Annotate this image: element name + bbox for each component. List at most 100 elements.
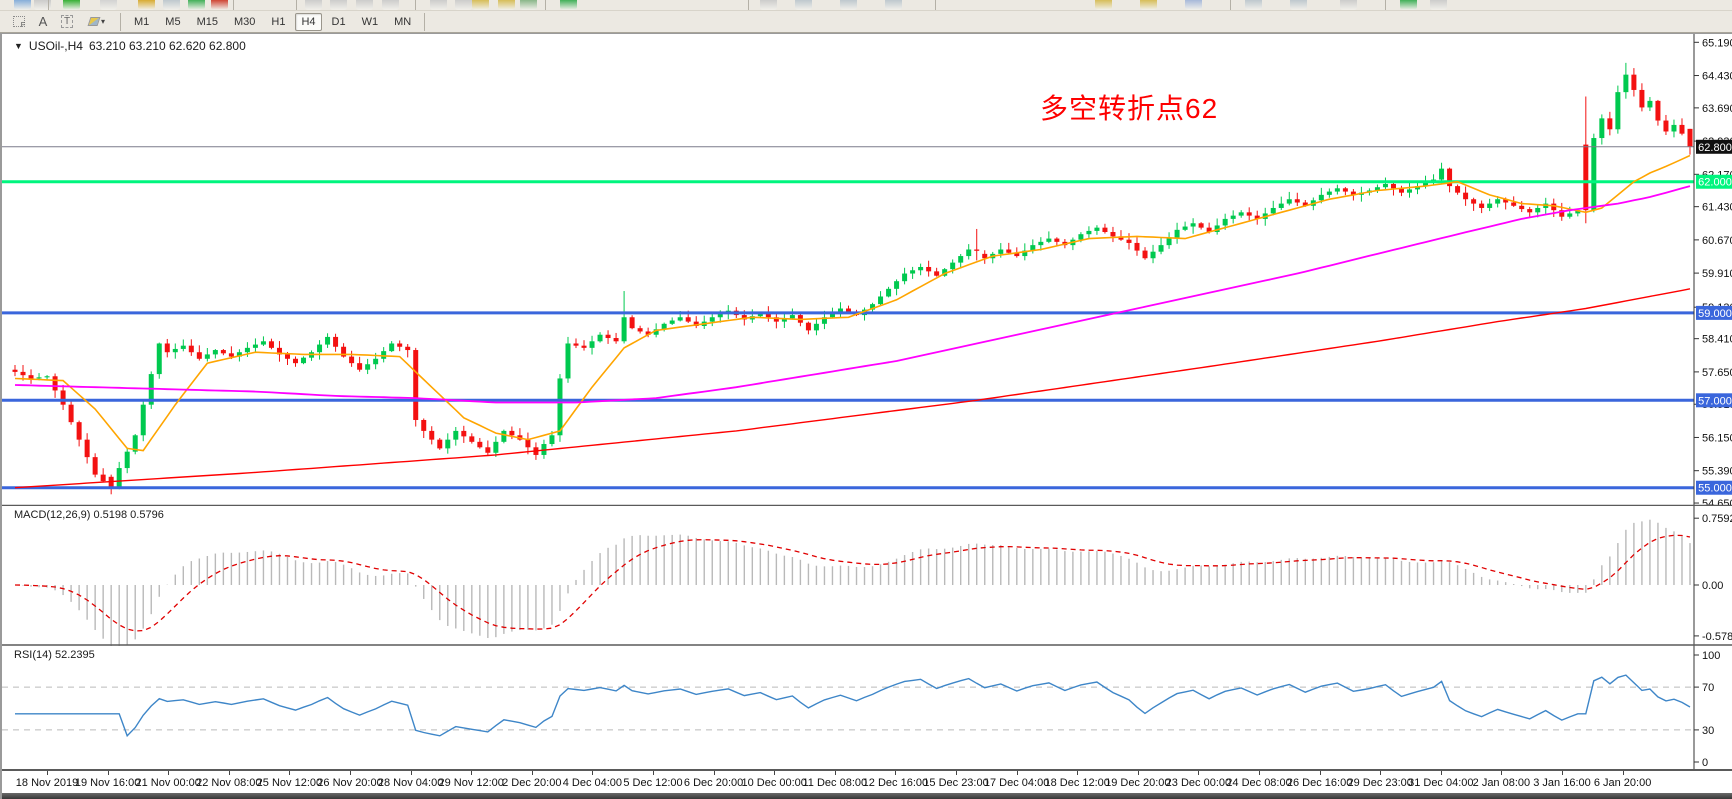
toolbar-icon-cutoff[interactable] [885, 0, 902, 10]
svg-text:61.430: 61.430 [1702, 202, 1732, 214]
toolbar-icon-cutoff[interactable] [1140, 0, 1157, 10]
toolbar-icon-cutoff[interactable] [560, 0, 577, 10]
time-axis-label: 24 Dec 08:00 [1226, 777, 1291, 789]
toolbar-separator [233, 0, 234, 10]
toolbar-icon-cutoff[interactable] [163, 0, 180, 10]
time-axis-tick [1017, 771, 1018, 775]
timeframe-button-m1[interactable]: M1 [128, 13, 155, 31]
text-annotation-button[interactable]: A [32, 13, 54, 31]
svg-text:0: 0 [1702, 757, 1708, 769]
toolbar-icon-cutoff[interactable] [100, 0, 117, 10]
svg-text:63.690: 63.690 [1702, 103, 1732, 115]
chart-dropdown-icon[interactable]: ▼ [14, 41, 23, 51]
chart-title: ▼ USOil-,H4 63.210 63.210 62.620 62.800 [14, 39, 246, 53]
time-axis-tick [289, 771, 290, 775]
time-axis-label: 19 Dec 20:00 [1105, 777, 1170, 789]
toolbar-separator [120, 13, 121, 31]
time-axis-tick [956, 771, 957, 775]
rsi-indicator-panel[interactable]: 10070300 [2, 646, 1732, 769]
toolbar-icon-cutoff[interactable] [1290, 0, 1307, 10]
time-axis-label: 17 Dec 04:00 [984, 777, 1049, 789]
toolbar-separator [748, 0, 749, 10]
toolbar-icon-cutoff[interactable] [330, 0, 347, 10]
time-axis-label: 26 Dec 16:00 [1287, 777, 1352, 789]
toolbar-icon-cutoff[interactable] [795, 0, 812, 10]
timeframe-button-mn[interactable]: MN [388, 13, 417, 31]
main-price-chart-panel[interactable]: 65.19064.43063.69062.93062.17061.43060.6… [2, 34, 1732, 506]
timeframe-button-m5[interactable]: M5 [159, 13, 186, 31]
time-axis-tick [471, 771, 472, 775]
toolbar-icon-cutoff[interactable] [498, 0, 515, 10]
time-axis-label: 26 Nov 20:00 [317, 777, 382, 789]
time-axis-label: 12 Dec 16:00 [863, 777, 928, 789]
svg-text:60.670: 60.670 [1702, 235, 1732, 247]
time-axis-tick [1623, 771, 1624, 775]
timeframe-button-d1[interactable]: D1 [326, 13, 352, 31]
toolbar-icon-cutoff[interactable] [305, 0, 322, 10]
text-label-button[interactable]: T [56, 13, 78, 31]
chart-annotation-text: 多空转折点62 [1040, 87, 1218, 127]
toolbar-icon-cutoff[interactable] [430, 0, 447, 10]
mt4-application-window: F A T ▾ M1M5 M15M30H1H4 D1W1MN 65.19064.43… [0, 0, 1732, 799]
toolbar-icon-cutoff[interactable] [1095, 0, 1112, 10]
toolbar-icon-cutoff[interactable] [188, 0, 205, 10]
svg-text:57.650: 57.650 [1702, 367, 1732, 379]
toolbar-icon-cutoff[interactable] [840, 0, 857, 10]
toolbar-icon-cutoff[interactable] [760, 0, 777, 10]
toolbar-separator [424, 13, 425, 31]
toolbar-icon-cutoff[interactable] [382, 0, 399, 10]
drawing-tools-button[interactable]: ▾ [80, 13, 114, 31]
svg-text:55.390: 55.390 [1702, 466, 1732, 478]
toolbar-icon-cutoff[interactable] [1430, 0, 1447, 10]
time-axis-tick [108, 771, 109, 775]
cursor-crosshair-grid-icon[interactable]: F [8, 13, 30, 31]
timeframe-button-w1[interactable]: W1 [356, 13, 385, 31]
toolbar-icon-cutoff[interactable] [1185, 0, 1202, 10]
macd-indicator-label: MACD(12,26,9) 0.5198 0.5796 [14, 509, 164, 521]
time-axis-label: 18 Dec 12:00 [1044, 777, 1109, 789]
window-bottom-border [2, 793, 1732, 799]
time-axis-tick [1198, 771, 1199, 775]
time-axis-label: 5 Dec 12:00 [623, 777, 682, 789]
macd-indicator-panel[interactable]: 0.75920.00-0.5785 [2, 506, 1732, 646]
svg-text:59.910: 59.910 [1702, 268, 1732, 280]
chart-ohlc-quotes: 63.210 63.210 62.620 62.800 [89, 39, 246, 53]
timeframe-button-h1[interactable]: H1 [265, 13, 291, 31]
time-axis-tick [1320, 771, 1321, 775]
toolbar-icon-cutoff[interactable] [1400, 0, 1417, 10]
time-axis-tick [1380, 771, 1381, 775]
time-axis-tick [835, 771, 836, 775]
toolbar-icon-cutoff[interactable] [14, 0, 31, 10]
time-axis-label: 15 Dec 23:00 [923, 777, 988, 789]
time-axis-label: 11 Dec 08:00 [802, 777, 867, 789]
svg-text:55.000: 55.000 [1698, 483, 1732, 495]
toolbar-icon-cutoff[interactable] [138, 0, 155, 10]
time-axis-label: 2 Jan 08:00 [1473, 777, 1531, 789]
toolbar-icon-cutoff[interactable] [356, 0, 373, 10]
svg-text:62.000: 62.000 [1698, 177, 1732, 189]
svg-text:0.00: 0.00 [1702, 580, 1723, 592]
timeframe-button-m15[interactable]: M15 [191, 13, 224, 31]
time-axis-tick [1441, 771, 1442, 775]
time-axis-tick [1562, 771, 1563, 775]
time-axis[interactable]: 18 Nov 201919 Nov 16:0021 Nov 00:0022 No… [2, 769, 1732, 793]
toolbar-icon-cutoff[interactable] [1245, 0, 1262, 10]
toolbar-icon-cutoff[interactable] [211, 0, 228, 10]
timeframe-button-m30[interactable]: M30 [228, 13, 261, 31]
toolbar-separator [415, 0, 416, 10]
time-axis-label: 22 Nov 08:00 [196, 777, 261, 789]
crayons-icon [88, 17, 101, 26]
toolbar-icon-cutoff[interactable] [520, 0, 537, 10]
time-axis-tick [229, 771, 230, 775]
toolbar-icon-cutoff[interactable] [455, 0, 472, 10]
toolbar-icon-cutoff[interactable] [1340, 0, 1357, 10]
toolbar-icon-cutoff[interactable] [63, 0, 80, 10]
svg-text:70: 70 [1702, 682, 1714, 694]
toolbar-top-cutoff [0, 0, 1732, 11]
svg-text:-0.5785: -0.5785 [1702, 631, 1732, 643]
time-axis-tick [1138, 771, 1139, 775]
timeframe-button-h4[interactable]: H4 [295, 13, 321, 31]
chevron-down-icon: ▾ [101, 17, 105, 26]
toolbar-icon-cutoff[interactable] [472, 0, 489, 10]
time-axis-label: 23 Dec 00:00 [1166, 777, 1231, 789]
